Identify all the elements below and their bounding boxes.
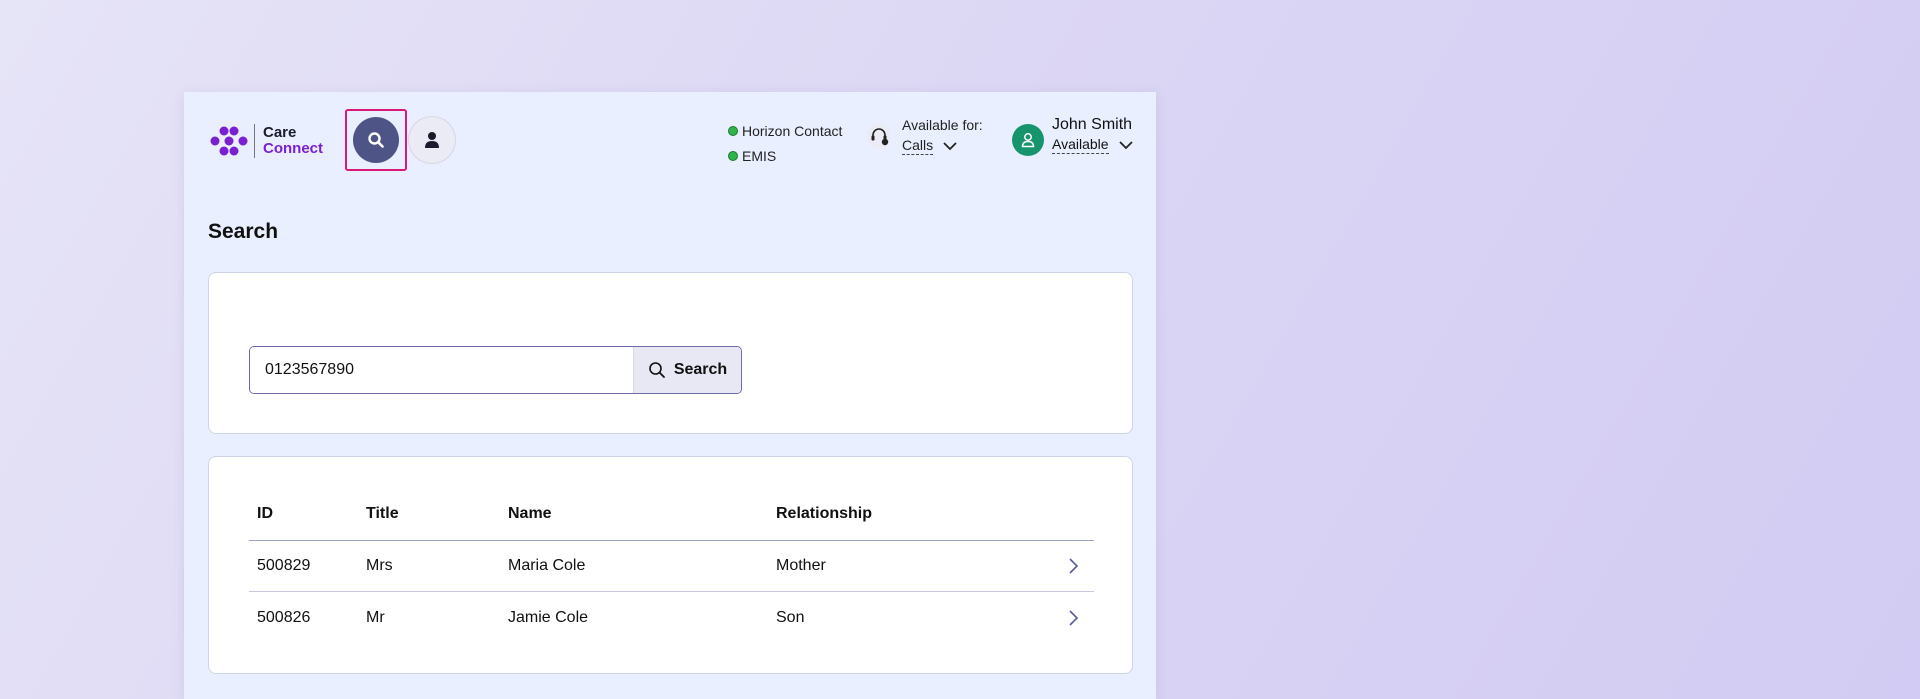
avatar — [1012, 124, 1044, 156]
search-input[interactable] — [250, 347, 633, 393]
logo-text-connect: Connect — [263, 140, 323, 157]
headset-icon — [867, 124, 891, 148]
search-icon — [368, 132, 384, 148]
chevron-right-icon[interactable] — [1064, 557, 1082, 575]
cell-name: Jamie Cole — [508, 608, 589, 626]
app-window: Care Connect Horizon Contact EMIS Availa… — [184, 92, 1156, 699]
column-header-name: Name — [508, 504, 552, 522]
logo-mark-icon — [210, 126, 248, 156]
availability-value-row: Calls — [902, 137, 983, 155]
nav-search-circle — [353, 117, 399, 163]
system-status-list: Horizon Contact EMIS — [728, 118, 842, 168]
cell-title: Mr — [366, 608, 385, 626]
page-title: Search — [208, 220, 279, 243]
care-connect-logo: Care Connect — [210, 122, 323, 160]
availability-text: Available for: Calls — [902, 117, 983, 155]
search-box: Search — [249, 346, 742, 394]
app-header: Care Connect Horizon Contact EMIS Availa… — [184, 92, 1156, 202]
cell-action — [1056, 557, 1094, 575]
column-header-id: ID — [257, 504, 273, 522]
search-button-label: Search — [673, 361, 728, 378]
table-header-row: ID Title Name Relationship — [249, 487, 1094, 541]
chevron-down-icon — [943, 142, 957, 151]
search-button[interactable]: Search — [633, 347, 741, 393]
status-dot-icon — [728, 125, 738, 136]
chevron-down-icon — [1118, 141, 1133, 150]
cell-id: 500826 — [257, 608, 311, 626]
system-label: EMIS — [742, 147, 777, 164]
system-label: Horizon Contact — [742, 122, 843, 139]
nav-person-button[interactable] — [408, 116, 456, 164]
user-name: John Smith — [1052, 116, 1133, 133]
cell-relationship: Son — [776, 608, 805, 626]
logo-divider — [254, 124, 255, 158]
system-status-emis: EMIS — [728, 143, 842, 168]
user-info: John Smith Available — [1052, 116, 1135, 154]
cell-name: Maria Cole — [508, 557, 586, 574]
cell-relationship: Mother — [776, 557, 826, 574]
availability-selector[interactable]: Available for: Calls — [866, 117, 983, 155]
status-dot-icon — [728, 150, 738, 161]
cell-id: 500829 — [257, 557, 311, 574]
logo-text-care: Care — [263, 124, 297, 141]
user-menu[interactable]: John Smith Available — [1012, 116, 1135, 156]
nav-search-button[interactable] — [345, 109, 407, 171]
column-header-relationship: Relationship — [776, 504, 873, 522]
table-row[interactable]: 500826 Mr Jamie Cole Son — [249, 592, 1094, 643]
user-status-row: Available — [1052, 136, 1135, 154]
user-icon — [1021, 133, 1035, 148]
system-status-horizon: Horizon Contact — [728, 118, 842, 143]
logo-text: Care Connect — [263, 125, 323, 157]
table-row[interactable]: 500829 Mrs Maria Cole Mother — [249, 541, 1094, 592]
availability-value: Calls — [902, 137, 934, 155]
results-card: ID Title Name Relationship 500829 Mrs Ma… — [208, 456, 1133, 674]
search-icon — [649, 362, 665, 378]
person-icon — [425, 132, 439, 148]
chevron-right-icon[interactable] — [1064, 609, 1082, 627]
search-card: Search — [208, 272, 1133, 434]
cell-title: Mrs — [366, 557, 393, 574]
user-status: Available — [1052, 136, 1109, 154]
results-table: ID Title Name Relationship 500829 Mrs Ma… — [249, 487, 1094, 643]
cell-action — [1056, 609, 1094, 627]
availability-label: Available for: — [902, 117, 983, 133]
column-header-title: Title — [366, 504, 399, 522]
